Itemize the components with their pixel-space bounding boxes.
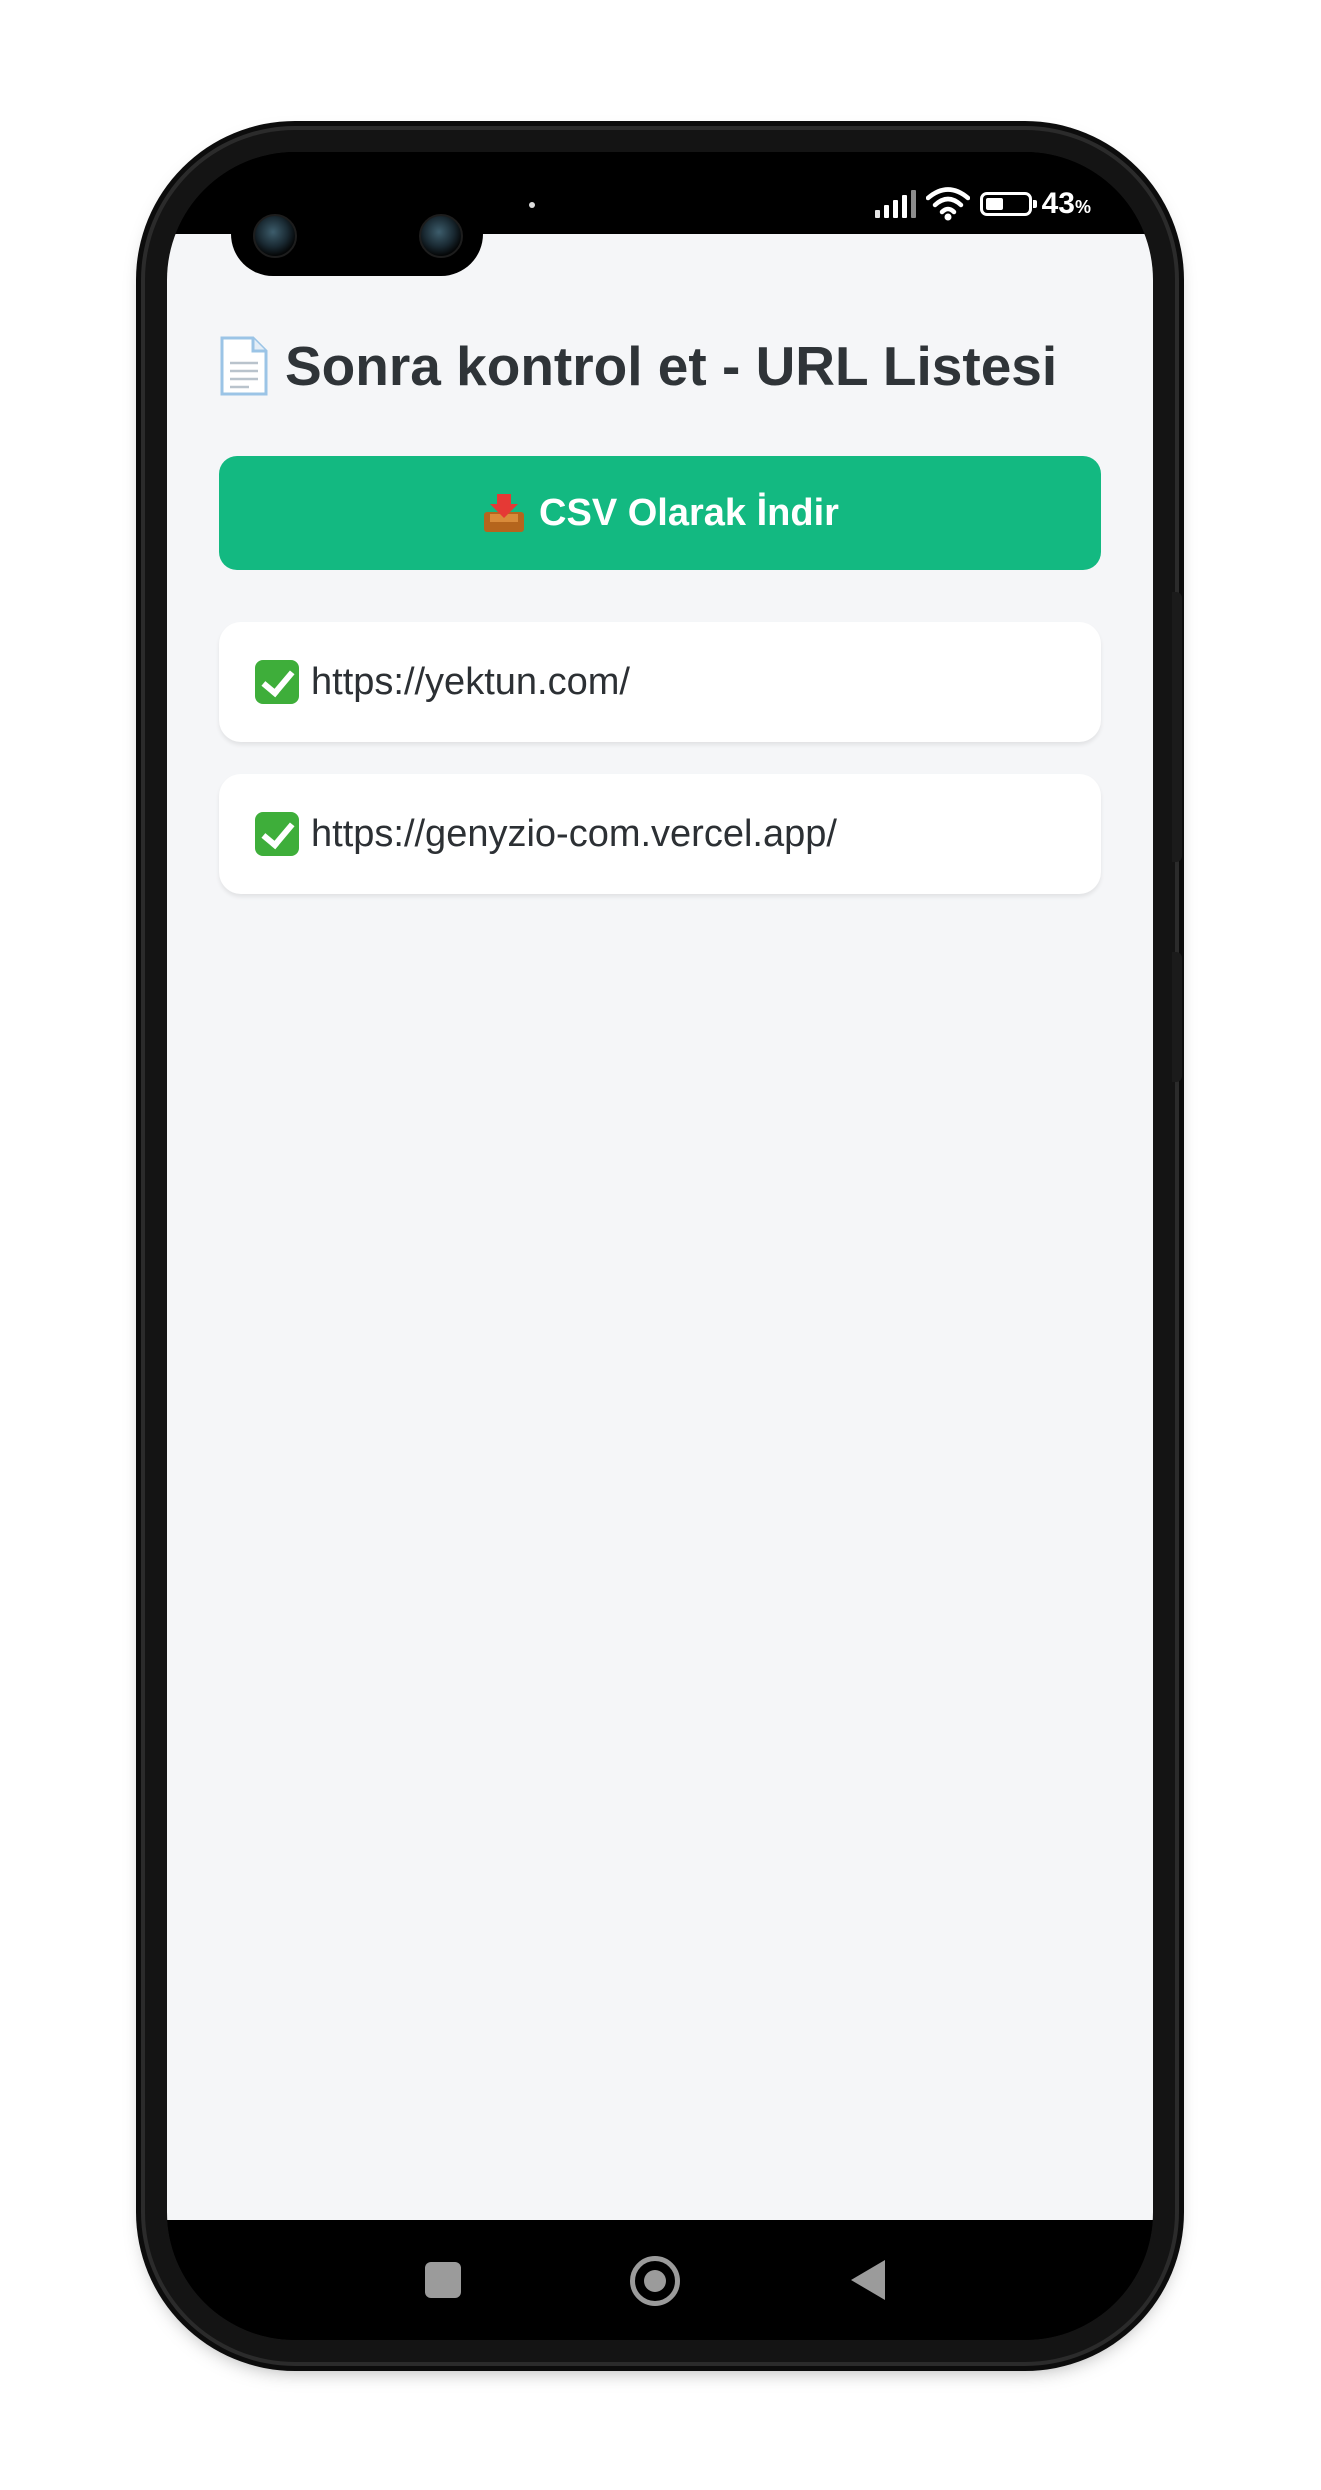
download-csv-button[interactable]: CSV Olarak İndir <box>219 456 1101 570</box>
inbox-tray-icon <box>484 494 525 532</box>
volume-button <box>1172 592 1182 862</box>
check-mark-icon <box>255 812 299 856</box>
battery-percent: 43% <box>1041 187 1091 220</box>
check-mark-icon <box>255 660 299 704</box>
camera-cutout <box>231 192 483 276</box>
camera-lens-icon <box>419 214 463 258</box>
phone-frame: 43% Sonra kontrol et - URL Listesi CSV O… <box>145 130 1175 2362</box>
url-text: https://genyzio-com.vercel.app/ <box>311 812 837 855</box>
page-title: Sonra kontrol et - URL Listesi <box>285 335 1058 397</box>
power-button <box>1172 952 1182 1082</box>
url-text: https://yektun.com/ <box>311 660 630 703</box>
app-content: Sonra kontrol et - URL Listesi CSV Olara… <box>167 234 1153 2220</box>
url-list-item[interactable]: https://yektun.com/ <box>219 622 1101 742</box>
download-csv-label: CSV Olarak İndir <box>539 491 839 534</box>
battery-icon <box>979 192 1037 216</box>
camera-lens-icon <box>253 214 297 258</box>
page-header: Sonra kontrol et - URL Listesi <box>219 334 1057 398</box>
battery-fill <box>985 198 1003 210</box>
wifi-icon <box>925 187 970 221</box>
status-icons: 43% <box>874 186 1091 222</box>
url-list-item[interactable]: https://genyzio-com.vercel.app/ <box>219 774 1101 894</box>
home-circle-icon[interactable] <box>630 2256 680 2306</box>
back-triangle-icon[interactable] <box>851 2260 885 2300</box>
notification-dot-icon <box>529 202 535 208</box>
signal-icon <box>874 190 916 218</box>
navigation-bar <box>167 2220 1153 2340</box>
recents-square-icon[interactable] <box>425 2262 461 2298</box>
screen: 43% Sonra kontrol et - URL Listesi CSV O… <box>167 152 1153 2340</box>
document-icon <box>220 336 268 396</box>
